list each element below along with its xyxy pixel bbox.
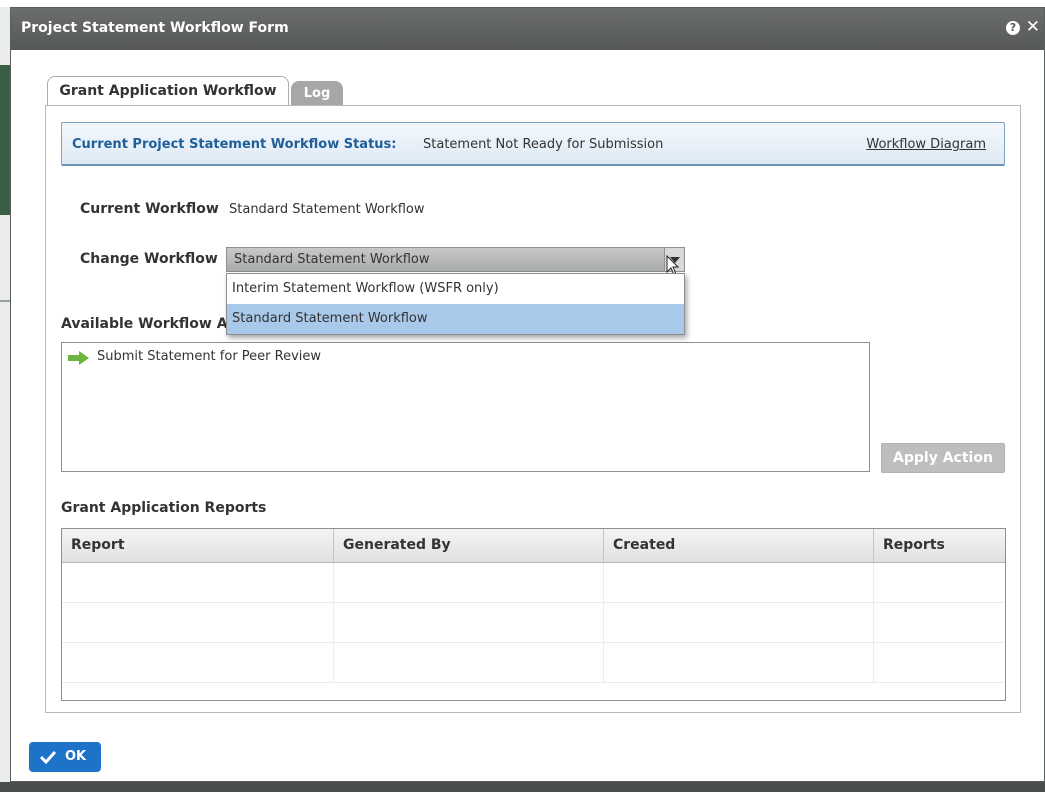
dropdown-option-interim[interactable]: Interim Statement Workflow (WSFR only) <box>227 274 684 304</box>
background-divider <box>0 300 10 302</box>
current-workflow-label: Current Workflow <box>80 201 219 217</box>
available-actions-list[interactable]: Submit Statement for Peer Review <box>61 342 870 472</box>
available-actions-label: Available Workflow A <box>61 316 228 332</box>
table-row[interactable] <box>62 563 1005 603</box>
change-workflow-label: Change Workflow <box>80 251 218 267</box>
background-top <box>0 0 1045 7</box>
background-bottom <box>0 782 1045 792</box>
table-cell <box>604 603 874 643</box>
table-header: Report Generated By Created Reports <box>62 529 1005 563</box>
tab-log[interactable]: Log <box>291 81 343 107</box>
question-mark-icon[interactable]: ? <box>1006 21 1020 35</box>
dialog-title: Project Statement Workflow Form <box>21 20 289 36</box>
table-row[interactable] <box>62 603 1005 643</box>
select-value: Standard Statement Workflow <box>234 252 430 267</box>
green-arrow-icon <box>68 351 89 365</box>
column-header-generated-by[interactable]: Generated By <box>334 529 604 562</box>
table-cell <box>334 563 604 603</box>
checkmark-icon <box>39 750 57 764</box>
ok-label: OK <box>65 749 87 764</box>
reports-table: Report Generated By Created Reports <box>61 528 1006 701</box>
table-cell <box>604 563 874 603</box>
reports-title: Grant Application Reports <box>61 500 267 516</box>
close-icon[interactable]: ✕ <box>1026 18 1040 36</box>
workflow-dropdown-list: Interim Statement Workflow (WSFR only) S… <box>226 273 685 335</box>
change-workflow-select[interactable]: Standard Statement Workflow <box>226 247 685 272</box>
table-row[interactable] <box>62 643 1005 683</box>
tab-panel: Current Project Statement Workflow Statu… <box>45 105 1021 713</box>
table-cell <box>62 643 334 683</box>
dialog-titlebar[interactable]: Project Statement Workflow Form ? ✕ <box>11 8 1044 50</box>
workflow-dialog: Project Statement Workflow Form ? ✕ Gran… <box>10 7 1045 782</box>
status-label: Current Project Statement Workflow Statu… <box>72 137 397 152</box>
status-value: Statement Not Ready for Submission <box>423 137 664 152</box>
workflow-status-bar: Current Project Statement Workflow Statu… <box>61 122 1005 166</box>
table-cell <box>62 563 334 603</box>
column-header-reports[interactable]: Reports <box>874 529 1005 562</box>
column-header-created[interactable]: Created <box>604 529 874 562</box>
tab-grant-application-workflow[interactable]: Grant Application Workflow <box>47 76 289 107</box>
background-left-panel <box>0 65 10 215</box>
table-cell <box>62 603 334 643</box>
ok-button[interactable]: OK <box>29 742 101 772</box>
table-cell <box>334 603 604 643</box>
table-cell <box>604 643 874 683</box>
current-workflow-value: Standard Statement Workflow <box>229 202 425 217</box>
apply-action-button[interactable]: Apply Action <box>881 443 1005 473</box>
table-cell <box>334 643 604 683</box>
dropdown-option-standard[interactable]: Standard Statement Workflow <box>227 304 684 334</box>
workflow-diagram-link[interactable]: Workflow Diagram <box>866 137 986 152</box>
column-header-report[interactable]: Report <box>62 529 334 562</box>
action-item-submit-peer-review[interactable]: Submit Statement for Peer Review <box>97 349 321 364</box>
